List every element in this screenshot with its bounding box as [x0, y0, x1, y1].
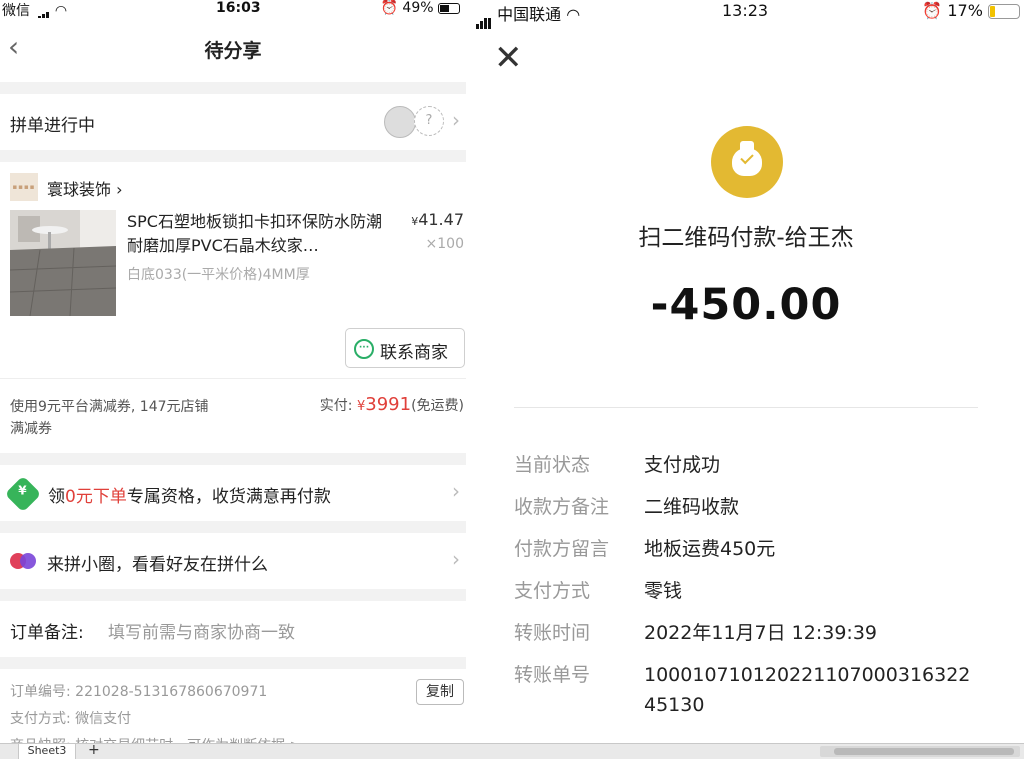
- empty-avatar-slot: ?: [414, 106, 444, 136]
- battery-icon: [988, 4, 1020, 19]
- detail-key: 收款方备注: [514, 496, 610, 518]
- divider: [0, 378, 466, 379]
- divider: [514, 407, 978, 408]
- status-time: 16:03: [216, 0, 261, 16]
- shop-name-link[interactable]: 寰球装饰 ›: [47, 176, 123, 200]
- wifi-icon: ◠: [54, 3, 68, 19]
- horizontal-scrollbar[interactable]: [820, 746, 1020, 757]
- product-photo-graphic: [10, 210, 116, 316]
- alarm-icon: ⏰: [380, 0, 398, 16]
- detail-value: 零钱: [644, 580, 683, 602]
- wifi-icon: ◠: [566, 5, 581, 24]
- detail-value: 二维码收款: [644, 496, 740, 518]
- friend-circle-text: 来拼小圈，看看好友在拼什么: [47, 555, 268, 575]
- alarm-icon: ⏰: [922, 1, 943, 20]
- status-right: ⏰ 49%: [381, 0, 460, 16]
- spreadsheet-bottom-bar: Sheet3 +: [0, 742, 1024, 759]
- product-quantity: ×100: [425, 236, 464, 252]
- add-sheet-icon[interactable]: +: [88, 742, 100, 758]
- paid-amount: 实付: ¥3991(免运费): [319, 394, 464, 415]
- payment-title: 扫二维码付款-给王杰: [638, 225, 854, 251]
- product-image[interactable]: [10, 210, 116, 316]
- signal-icon: [34, 6, 50, 22]
- chevron-right-icon: ›: [116, 180, 123, 199]
- order-info-card: 订单编号: 221028-513167860670971 支付方式: 微信支付 …: [0, 669, 466, 743]
- coupon-info: 使用9元平台满减券, 147元店铺满减券: [10, 399, 209, 437]
- payment-method: 支付方式: 微信支付: [10, 711, 132, 727]
- detail-key: 付款方留言: [514, 538, 610, 560]
- friend-circle-row[interactable]: 来拼小圈，看看好友在拼什么 ›: [0, 533, 466, 589]
- shop-logo: ▪▪▪▪: [10, 173, 38, 201]
- status-bar: 中国联通 ◠ 13:23 ⏰ 17%: [474, 0, 1024, 29]
- detail-key: 当前状态: [514, 454, 591, 476]
- chevron-right-icon: ›: [452, 479, 460, 503]
- order-remark-input[interactable]: 填写前需与商家协商一致: [108, 618, 295, 643]
- status-bar: 微信 ◠ 16:03 ⏰ 49%: [0, 0, 466, 22]
- group-status-label: 拼单进行中: [10, 116, 95, 136]
- free-order-promo-text: 领0元下单专属资格，收货满意再付款: [48, 487, 331, 507]
- detail-value: 2022年11月7日 12:39:39: [644, 622, 877, 644]
- right-phone-screenshot: 中国联通 ◠ 13:23 ⏰ 17% ✕ 扫二维码付款-给王杰 -450.00 …: [474, 0, 1024, 743]
- chevron-right-icon: ›: [452, 108, 460, 132]
- chat-icon: ···: [354, 339, 374, 359]
- status-right: ⏰ 17%: [922, 1, 1020, 20]
- friend-circle-icon: [10, 553, 36, 569]
- contact-merchant-label: 联系商家: [380, 343, 448, 363]
- sheet-tab[interactable]: Sheet3: [18, 744, 76, 759]
- promo-badge-icon: ¥: [4, 475, 42, 513]
- money-bag-icon: [711, 126, 783, 198]
- product-price: ¥41.47: [411, 210, 464, 229]
- detail-key: 支付方式: [514, 580, 591, 602]
- chevron-right-icon: ›: [452, 547, 460, 571]
- order-remark-row[interactable]: 订单备注: 填写前需与商家协商一致: [0, 601, 466, 657]
- group-status-row[interactable]: 拼单进行中 ? ›: [0, 94, 466, 150]
- scrollbar-thumb[interactable]: [834, 748, 1014, 755]
- page-title: 待分享: [204, 40, 262, 62]
- copy-order-number-button[interactable]: 复制: [416, 679, 464, 705]
- left-phone-screenshot: 微信 ◠ 16:03 ⏰ 49% ‹ 待分享 拼单进行中 ? › ▪▪▪▪ 寰球…: [0, 0, 466, 743]
- nav-bar: ‹ 待分享: [0, 18, 466, 82]
- product-spec: 白底033(一平米价格)4MM厚: [127, 267, 310, 283]
- product-snapshot-link[interactable]: 商品快照: 核对交易细节时，可作为判断依据 >: [10, 735, 301, 743]
- detail-value: 地板运费450元: [644, 538, 776, 560]
- order-number: 订单编号: 221028-513167860670971: [10, 684, 268, 700]
- payment-amount: -450.00: [650, 280, 842, 330]
- detail-key: 转账时间: [514, 622, 591, 644]
- product-card: ▪▪▪▪ 寰球装饰 › SPC石塑地板锁扣卡扣环保防水防潮耐磨加厚PVC石晶木纹…: [0, 162, 466, 453]
- contact-merchant-button[interactable]: ··· 联系商家: [345, 328, 465, 368]
- battery-icon: [438, 2, 460, 14]
- avatar: [384, 106, 416, 138]
- status-time: 13:23: [722, 1, 769, 20]
- close-icon[interactable]: ✕: [494, 38, 523, 78]
- status-carrier: 微信 ◠: [2, 0, 68, 22]
- signal-icon: [476, 10, 492, 29]
- status-carrier: 中国联通 ◠: [476, 1, 581, 29]
- detail-value: 支付成功: [644, 454, 721, 476]
- free-order-promo-row[interactable]: ¥ 领0元下单专属资格，收货满意再付款 ›: [0, 465, 466, 521]
- order-remark-label: 订单备注:: [10, 623, 84, 643]
- detail-value: 100010710120221107000316322 45130: [644, 664, 971, 716]
- product-name[interactable]: SPC石塑地板锁扣卡扣环保防水防潮耐磨加厚PVC石晶木纹家…: [127, 210, 385, 258]
- detail-key: 转账单号: [514, 664, 591, 686]
